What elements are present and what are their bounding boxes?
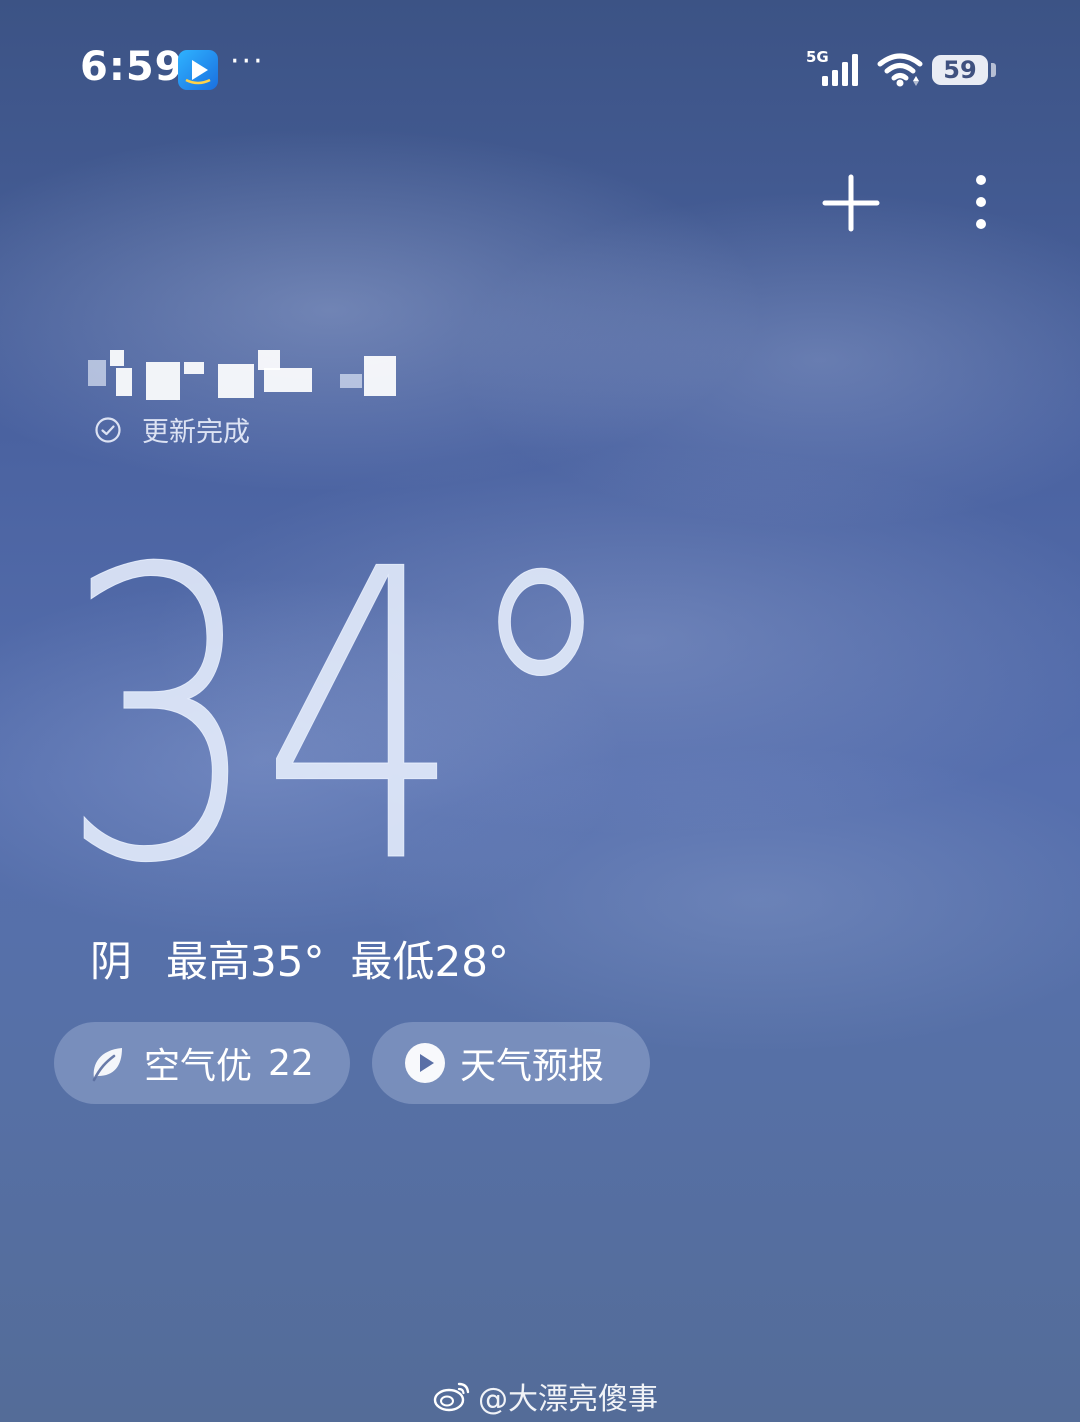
air-quality-button[interactable]: 空气优 22 [54,1022,350,1104]
weather-condition: 阴 [90,937,133,986]
temperature-value: 34° [60,530,620,890]
plus-icon [822,174,880,232]
air-quality-label: 空气优 [144,1046,253,1087]
video-app-notification-icon [178,50,218,90]
current-temperature: 34° [60,530,700,890]
temperature-low: 最低28° [350,937,509,986]
update-status-label: 更新完成 [142,417,250,448]
add-city-button[interactable] [822,174,880,232]
temperature-high: 最高35° [166,937,325,986]
weather-summary: 阴 最高35° 最低28° [90,928,509,989]
status-time: 6:59 [80,44,184,90]
location-name-redacted [88,350,408,400]
weather-forecast-button[interactable]: 天气预报 [372,1022,650,1104]
air-quality-value: 22 [268,1042,314,1084]
battery-cap [991,63,996,77]
temperature-display: 34° [60,530,621,890]
weather-forecast-label: 天气预报 [460,1046,605,1087]
more-options-button[interactable] [962,170,1000,234]
weibo-icon [433,1382,470,1412]
update-status: 更新完成 [94,410,250,449]
leaf-icon [92,1048,122,1082]
play-circle-icon [405,1043,445,1083]
signal-strength-icon [820,52,864,92]
wifi-icon [876,52,924,92]
check-circle-icon [95,416,121,443]
vertical-dots-icon [976,175,986,229]
status-bar: 6:59 ··· 5G 59 [0,0,1080,140]
watermark-text: @大漂亮傻事 [478,1382,658,1417]
weibo-watermark: @大漂亮傻事 [432,1374,658,1418]
battery-indicator: 59 [932,55,988,85]
notification-more-icon: ··· [230,44,265,79]
